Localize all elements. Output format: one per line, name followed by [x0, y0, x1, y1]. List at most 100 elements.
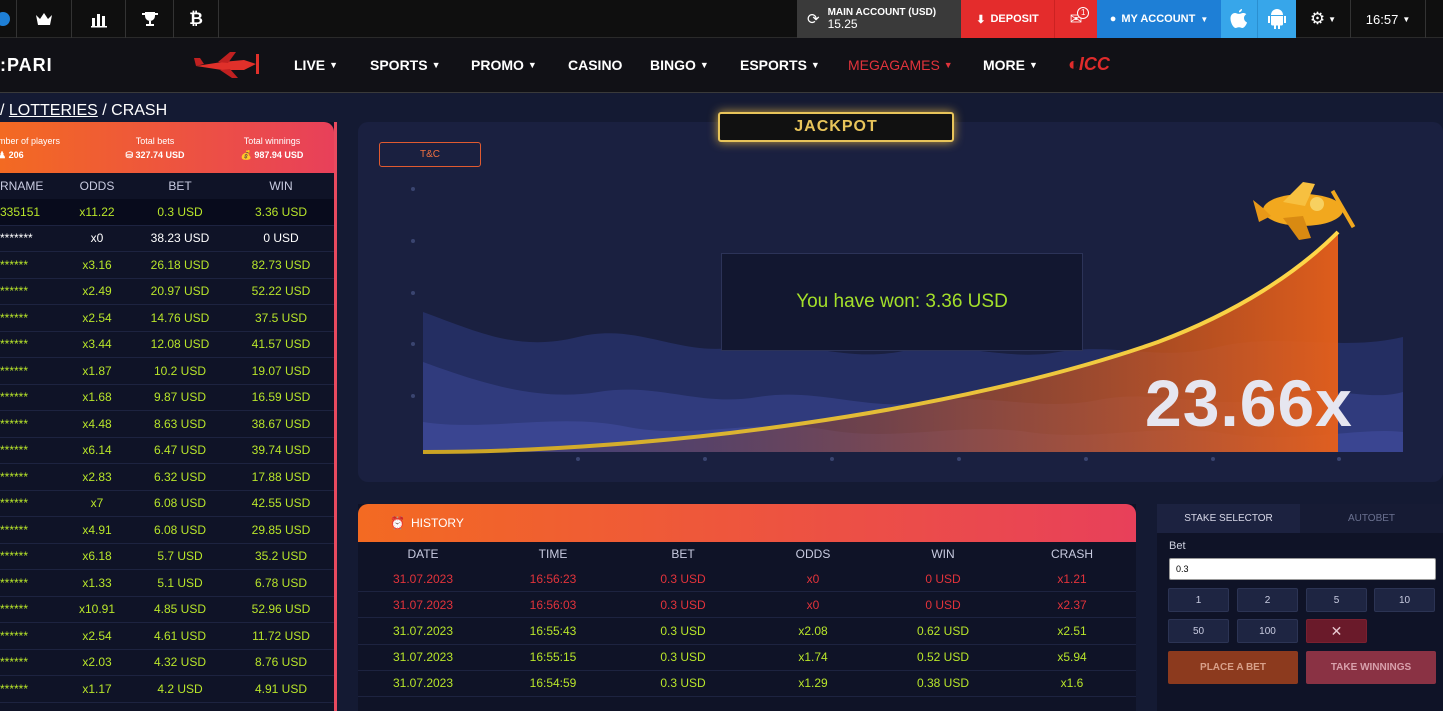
- history-table-body: 31.07.2023 16:56:23 0.3 USD x0 0 USD x1.21 31.…: [358, 566, 1136, 697]
- clear-bet-button[interactable]: ✕: [1306, 619, 1367, 643]
- apple-icon[interactable]: [1221, 0, 1257, 38]
- cell-bet: 6.32 USD: [153, 469, 207, 484]
- bet-input[interactable]: [1169, 558, 1436, 580]
- cell-bet: 0.3 USD: [660, 676, 706, 691]
- cell-odds: x1.87: [82, 363, 112, 378]
- table-row: ****** x1.33 5.1 USD 6.78 USD: [0, 570, 334, 597]
- my-account-button[interactable]: ● MY ACCOUNT ▼: [1097, 0, 1221, 38]
- chevron-down-icon: ▼: [810, 60, 820, 70]
- tab-stake-selector[interactable]: STAKE SELECTOR: [1157, 504, 1300, 533]
- cell-win: 0.62 USD: [916, 623, 970, 638]
- tc-button[interactable]: T&C: [379, 142, 481, 167]
- bitcoin-icon[interactable]: ₿: [174, 0, 219, 38]
- main-account[interactable]: ⟳ MAIN ACCOUNT (USD) 15.25: [797, 0, 961, 38]
- col-username: RNAME: [0, 179, 44, 193]
- cell-win: 39.74 USD: [251, 443, 311, 458]
- main-nav: :PARI LIVE ▼ SPORTS ▼ PROMO ▼ CASINO BINGO ▼…: [0, 38, 1443, 93]
- col-win: WIN: [931, 547, 955, 561]
- mail-button[interactable]: ✉ 1: [1054, 0, 1097, 38]
- cell-bet: 10.2 USD: [153, 363, 207, 378]
- table-row: 335151 x11.22 0.3 USD 3.36 USD: [0, 199, 334, 226]
- refresh-icon[interactable]: ⟳: [807, 10, 820, 28]
- col-odds: ODDS: [795, 547, 831, 561]
- quick-bet-1[interactable]: 1: [1168, 588, 1229, 612]
- coins-icon: ⛁: [125, 150, 133, 160]
- cell-time: 16:56:23: [529, 571, 577, 586]
- breadcrumb-lotteries[interactable]: LOTTERIES: [9, 102, 98, 119]
- globe-icon[interactable]: [0, 0, 17, 38]
- cell-win: 0.52 USD: [916, 650, 970, 665]
- nav-more[interactable]: MORE ▼: [983, 57, 1038, 73]
- history-row: 31.07.2023 16:56:03 0.3 USD x0 0 USD x2.37: [358, 592, 1136, 619]
- col-bet: BET: [168, 179, 192, 193]
- bets-value: 327.74 USD: [135, 150, 185, 160]
- nav-sports[interactable]: SPORTS ▼: [370, 57, 441, 73]
- cell-odds: x0: [806, 571, 820, 586]
- cell-odds: x0: [90, 231, 104, 246]
- android-icon[interactable]: [1257, 0, 1296, 38]
- cell-win: 17.88 USD: [251, 469, 311, 484]
- table-row: ****** x2.54 14.76 USD 37.5 USD: [0, 305, 334, 332]
- cell-win: 38.67 USD: [251, 416, 311, 431]
- nav-promo[interactable]: PROMO ▼: [471, 57, 537, 73]
- cell-odds: x2.83: [82, 469, 112, 484]
- multiplier-display: 23.66x: [1145, 366, 1353, 440]
- cell-username: ******: [0, 496, 29, 511]
- tab-autobet[interactable]: AUTOBET: [1300, 504, 1443, 533]
- cell-bet: 12.08 USD: [150, 337, 210, 352]
- nav-bingo-label: BINGO: [650, 57, 696, 73]
- aviator-plane-icon[interactable]: [192, 48, 266, 87]
- stake-tabs: STAKE SELECTOR AUTOBET: [1157, 504, 1443, 533]
- icc-logo[interactable]: ◐ICC: [1068, 54, 1110, 75]
- cell-odds: x3.16: [82, 257, 112, 272]
- clock[interactable]: 16:57 ▼: [1351, 0, 1426, 38]
- quick-bet-50[interactable]: 50: [1168, 619, 1229, 643]
- nav-live[interactable]: LIVE ▼: [294, 57, 338, 73]
- quick-bet-100[interactable]: 100: [1237, 619, 1298, 643]
- nav-megagames[interactable]: MEGAGAMES ▼: [848, 57, 953, 73]
- table-row: ****** x1.68 9.87 USD 16.59 USD: [0, 385, 334, 411]
- settings-button[interactable]: ⚙ ▼: [1296, 0, 1351, 38]
- nav-esports-label: ESPORTS: [740, 57, 807, 73]
- table-row: ****** x7 6.08 USD 42.55 USD: [0, 491, 334, 517]
- table-row: ****** x4.48 8.63 USD 38.67 USD: [0, 411, 334, 438]
- cell-odds: x4.48: [82, 416, 112, 431]
- players-value: 206: [8, 150, 24, 160]
- nav-casino[interactable]: CASINO: [568, 57, 622, 73]
- winnings-value-row: 💰 987.94 USD: [222, 150, 322, 161]
- deposit-button[interactable]: ⬇ DEPOSIT: [961, 0, 1054, 38]
- table-row: ****** x6.14 6.47 USD 39.74 USD: [0, 438, 334, 464]
- stats-icon[interactable]: [72, 0, 126, 38]
- quick-bet-5[interactable]: 5: [1306, 588, 1367, 612]
- jackpot-banner[interactable]: JACKPOT: [718, 112, 954, 142]
- cell-crash: x1.6: [1060, 676, 1084, 691]
- cell-win: 52.96 USD: [251, 602, 311, 617]
- history-row: 31.07.2023 16:56:23 0.3 USD x0 0 USD x1.21: [358, 566, 1136, 593]
- table-row: ****** x4.91 6.08 USD 29.85 USD: [0, 517, 334, 544]
- players-panel: mber of players ♟ 206 Total bets ⛁ 327.7…: [0, 122, 337, 711]
- cell-username: ******: [0, 681, 29, 696]
- nav-esports[interactable]: ESPORTS ▼: [740, 57, 820, 73]
- site-logo[interactable]: :PARI: [0, 55, 53, 76]
- table-row: ****** x2.03 4.32 USD 8.76 USD: [0, 650, 334, 676]
- cell-username: ******: [0, 284, 29, 299]
- chevron-down-icon: ▼: [1402, 14, 1411, 24]
- trophy-icon[interactable]: [126, 0, 174, 38]
- chevron-down-icon: ▼: [431, 60, 441, 70]
- players-value-row: ♟ 206: [0, 150, 68, 161]
- cell-username: ******: [0, 655, 29, 670]
- cell-crash: x1.21: [1057, 571, 1087, 586]
- place-bet-button[interactable]: PLACE A BET: [1168, 651, 1298, 684]
- cell-bet: 4.32 USD: [153, 655, 207, 670]
- quick-bet-2[interactable]: 2: [1237, 588, 1298, 612]
- crown-icon[interactable]: [17, 0, 72, 38]
- top-bar: ₿ ⟳ MAIN ACCOUNT (USD) 15.25 ⬇ DEPOSIT ✉…: [0, 0, 1443, 38]
- cell-crash: x2.37: [1057, 597, 1087, 612]
- nav-bingo[interactable]: BINGO ▼: [650, 57, 709, 73]
- total-winnings-stat: Total winnings 💰 987.94 USD: [222, 136, 322, 161]
- take-winnings-button[interactable]: TAKE WINNINGS: [1306, 651, 1436, 684]
- quick-bet-10[interactable]: 10: [1374, 588, 1435, 612]
- cell-date: 31.07.2023: [392, 623, 454, 638]
- chevron-down-icon: ▼: [1328, 14, 1337, 24]
- cell-odds: x6.14: [82, 443, 112, 458]
